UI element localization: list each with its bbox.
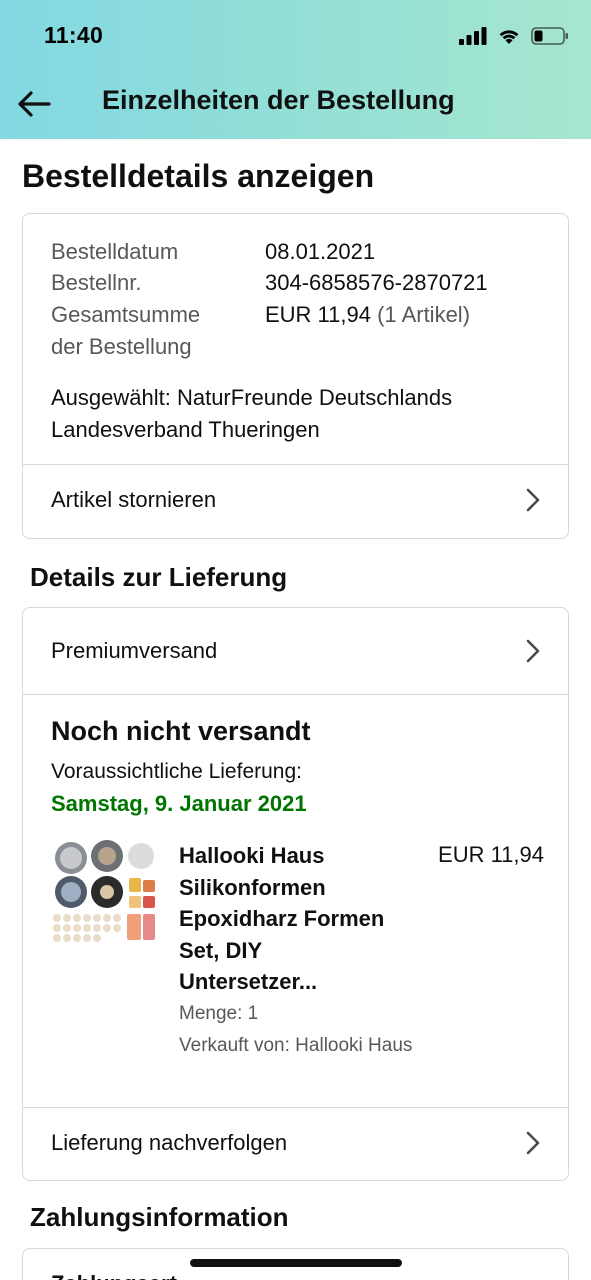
charity-line2: Landesverband Thueringen: [51, 417, 320, 442]
chevron-right-icon: [526, 1131, 540, 1155]
battery-icon: [531, 27, 568, 45]
order-date-value: 08.01.2021: [265, 239, 376, 264]
product-seller: Verkauft von: Hallooki Haus: [179, 1035, 413, 1056]
cancel-items-row[interactable]: Artikel stornieren: [23, 465, 568, 537]
track-delivery-label: Lieferung nachverfolgen: [51, 1130, 288, 1155]
order-number-row: Bestellnr. 304-6858576-2870721: [51, 267, 488, 299]
shipment-status: Noch nicht versandt: [51, 716, 311, 746]
delivery-section-title: Details zur Lieferung: [30, 562, 288, 592]
track-delivery-row[interactable]: Lieferung nachverfolgen: [23, 1108, 568, 1180]
signal-icon: [459, 27, 487, 45]
status-icons: [459, 24, 569, 48]
product-image[interactable]: [51, 840, 157, 944]
order-total-items: (1 Artikel): [377, 302, 471, 327]
order-summary-card: Bestelldatum 08.01.2021 Bestellnr. 304-6…: [22, 213, 569, 539]
chevron-right-icon: [526, 488, 540, 512]
product-price: EUR 11,94: [438, 842, 544, 867]
delivery-card: Premiumversand Noch nicht versandt Vorau…: [22, 607, 569, 1181]
page-title: Bestelldetails anzeigen: [22, 158, 375, 194]
cancel-items-label: Artikel stornieren: [51, 487, 217, 512]
expected-delivery-date: Samstag, 9. Januar 2021: [51, 791, 307, 816]
arrow-left-icon: [18, 91, 51, 117]
charity-line1: Ausgewählt: NaturFreunde Deutschlands: [51, 385, 453, 410]
order-total-value: EUR 11,94: [265, 302, 371, 327]
chevron-right-icon: [526, 639, 540, 663]
order-date-row: Bestelldatum 08.01.2021: [51, 236, 375, 268]
order-total-label: Gesamtsumme der Bestellung: [51, 299, 265, 363]
app-header: 11:40 Einzelheiten der Bestellung: [0, 0, 591, 139]
shipping-method-row[interactable]: Premiumversand: [23, 616, 568, 688]
product-quantity: Menge: 1: [179, 1003, 259, 1024]
home-indicator[interactable]: [190, 1259, 402, 1267]
divider: [23, 694, 568, 695]
back-button[interactable]: [14, 84, 54, 124]
header-title: Einzelheiten der Bestellung: [102, 85, 455, 115]
product-title-line: Untersetzer...: [179, 969, 318, 994]
order-number-label: Bestellnr.: [51, 270, 142, 295]
payment-section-title: Zahlungsinformation: [30, 1202, 289, 1232]
product-title-line: Epoxidharz Formen: [179, 906, 385, 931]
product-title-line: Hallooki Haus: [179, 843, 325, 868]
product-title-line: Set, DIY: [179, 937, 263, 963]
order-total-label-line1: Gesamtsumme: [51, 302, 201, 327]
order-number-value: 304-6858576-2870721: [265, 270, 488, 295]
charity-selection: Ausgewählt: NaturFreunde Deutschlands La…: [51, 382, 452, 446]
expected-delivery-label: Voraussichtliche Lieferung:: [51, 760, 302, 783]
order-date-label: Bestelldatum: [51, 239, 179, 264]
product-title-link[interactable]: Hallooki Haus Silikonformen Epoxidharz F…: [179, 840, 419, 998]
order-total-value-wrap: EUR 11,94 (1 Artikel): [265, 299, 470, 331]
wifi-icon: [499, 30, 519, 44]
order-total-row: Gesamtsumme der Bestellung EUR 11,94 (1 …: [51, 299, 470, 363]
status-time: 11:40: [44, 22, 104, 48]
order-total-label-line2: der Bestellung: [51, 334, 192, 359]
shipping-method-label: Premiumversand: [51, 638, 218, 663]
product-title-line: Silikonformen: [179, 874, 326, 900]
payment-method-label: Zahlungsart: [51, 1271, 177, 1280]
